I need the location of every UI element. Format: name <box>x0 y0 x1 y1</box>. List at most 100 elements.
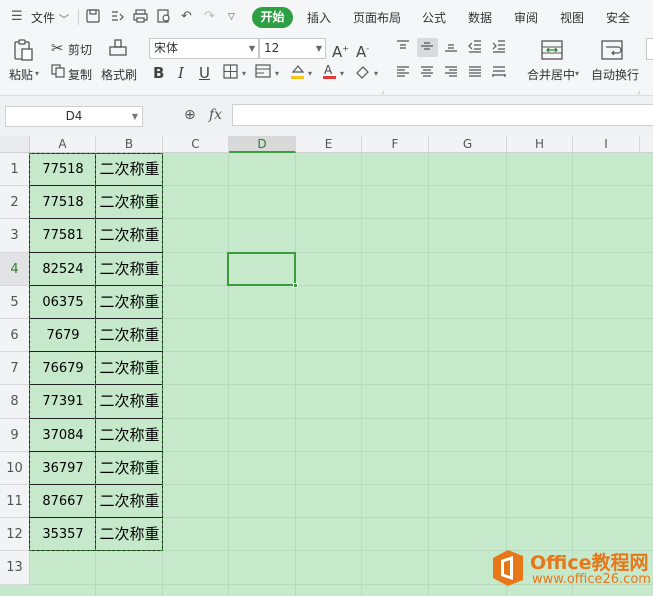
divider <box>78 9 79 25</box>
save-icon[interactable] <box>86 9 100 27</box>
wrap-text-button[interactable]: 自动换行 <box>591 66 639 83</box>
row-header-12[interactable]: 12 <box>0 518 30 552</box>
hamburger-menu-icon[interactable]: ☰ <box>11 9 23 24</box>
zoom-search-icon[interactable]: ⊕ <box>184 107 196 123</box>
row-header-4[interactable]: 4 <box>0 252 30 286</box>
copy-marquee-selection <box>29 153 163 552</box>
format-painter-button[interactable]: 格式刷 <box>101 66 137 83</box>
paste-dropdown-icon[interactable]: ▾ <box>35 69 39 78</box>
font-size-select[interactable]: 12 ▼ <box>259 38 326 59</box>
row-header-10[interactable]: 10 <box>0 451 30 485</box>
row-header-9[interactable]: 9 <box>0 418 30 452</box>
undo-icon[interactable]: ↶ <box>181 9 192 24</box>
row-header-7[interactable]: 7 <box>0 352 30 386</box>
italic-icon[interactable]: I <box>178 64 184 82</box>
formula-input[interactable] <box>232 104 653 126</box>
name-box[interactable]: D4 ▼ <box>5 106 143 127</box>
border-dropdown-icon[interactable]: ▾ <box>242 69 246 78</box>
customize-chevron-icon[interactable]: ▽ <box>228 12 235 22</box>
column-header-f[interactable]: F <box>362 136 429 153</box>
font-color-dropdown-icon[interactable]: ▾ <box>340 69 344 78</box>
copy-icon[interactable] <box>51 64 65 82</box>
column-header-i[interactable]: I <box>573 136 640 153</box>
print-preview-icon[interactable] <box>157 9 171 27</box>
align-left-icon[interactable] <box>396 65 410 83</box>
column-header-c[interactable]: C <box>163 136 229 153</box>
align-right-icon[interactable] <box>444 65 458 83</box>
svg-text:A: A <box>324 63 333 77</box>
fill-color-icon[interactable] <box>289 63 306 84</box>
row-header-6[interactable]: 6 <box>0 319 30 353</box>
column-header-b[interactable]: B <box>96 136 163 153</box>
paste-button[interactable]: 粘贴 <box>9 66 33 83</box>
cell-style-icon[interactable] <box>255 64 271 83</box>
row-header-3[interactable]: 3 <box>0 219 30 253</box>
merge-center-icon[interactable] <box>540 39 566 63</box>
tab-view[interactable]: 视图 <box>560 9 584 26</box>
eraser-icon[interactable] <box>355 63 371 83</box>
distributed-align-icon[interactable] <box>492 65 506 83</box>
more-tools-button[interactable] <box>646 38 653 60</box>
copy-marquee-divider <box>95 153 96 552</box>
export-icon[interactable] <box>110 9 124 27</box>
border-icon[interactable] <box>223 64 238 83</box>
column-header-e[interactable]: E <box>296 136 362 153</box>
select-all-corner[interactable] <box>0 136 30 153</box>
alignment-dialog-launcher-icon[interactable]: ⌟ <box>637 87 640 95</box>
increase-indent-icon[interactable] <box>492 39 506 57</box>
print-icon[interactable] <box>133 9 148 27</box>
file-menu[interactable]: 文件 <box>31 9 55 26</box>
font-color-icon[interactable]: A <box>322 63 337 84</box>
wrap-text-icon[interactable] <box>600 39 626 63</box>
merge-center-button[interactable]: 合并居中 <box>527 66 575 83</box>
justify-icon[interactable] <box>468 65 482 83</box>
column-header-d[interactable]: D <box>229 136 296 153</box>
formula-bar: D4 ▼ ⊕ fx <box>0 96 653 136</box>
decrease-font-icon[interactable]: A- <box>356 40 369 61</box>
cell-style-dropdown-icon[interactable]: ▾ <box>275 69 279 78</box>
column-header-h[interactable]: H <box>507 136 573 153</box>
tab-insert[interactable]: 插入 <box>307 9 331 26</box>
font-name-select[interactable]: 宋体 ▼ <box>149 38 259 59</box>
row-header-13[interactable]: 13 <box>0 551 30 585</box>
tab-formulas[interactable]: 公式 <box>422 9 446 26</box>
align-center-icon[interactable] <box>420 65 434 83</box>
fill-color-swatch <box>291 76 304 79</box>
row-header-11[interactable]: 11 <box>0 485 30 519</box>
copy-button[interactable]: 复制 <box>68 66 92 83</box>
spreadsheet-grid[interactable]: ABCDEFGHI 1 77518 二次称重 2 77518 二次称重 3 77581 二次称重… <box>0 136 653 596</box>
decrease-indent-icon[interactable] <box>468 39 482 57</box>
tab-page-layout[interactable]: 页面布局 <box>353 9 401 26</box>
tab-data[interactable]: 数据 <box>468 9 492 26</box>
fx-icon[interactable]: fx <box>209 107 222 123</box>
row-header-2[interactable]: 2 <box>0 186 30 220</box>
row-header-8[interactable]: 8 <box>0 385 30 419</box>
name-box-value: D4 <box>65 109 83 123</box>
fill-dropdown-icon[interactable]: ▾ <box>308 69 312 78</box>
column-header-g[interactable]: G <box>429 136 507 153</box>
tab-security[interactable]: 安全 <box>606 9 630 26</box>
increase-font-icon[interactable]: A+ <box>332 40 349 61</box>
chevron-down-icon[interactable]: ﹀ <box>59 11 69 26</box>
bold-icon[interactable]: B <box>153 64 164 82</box>
tab-home[interactable]: 开始 <box>252 7 293 28</box>
font-color-swatch <box>323 76 336 79</box>
align-top-icon[interactable] <box>396 39 410 57</box>
column-header-a[interactable]: A <box>30 136 96 153</box>
font-dialog-launcher-icon[interactable]: ⌟ <box>381 87 384 95</box>
active-cell-d4[interactable] <box>227 251 298 288</box>
underline-icon[interactable]: U <box>199 64 210 82</box>
redo-icon[interactable]: ↷ <box>204 9 215 24</box>
chevron-down-icon: ▼ <box>131 112 138 121</box>
tab-review[interactable]: 审阅 <box>514 9 538 26</box>
row-header-5[interactable]: 5 <box>0 285 30 319</box>
clear-dropdown-icon[interactable]: ▾ <box>374 69 378 78</box>
scissors-icon[interactable]: ✂ <box>51 39 64 57</box>
merge-dropdown-icon[interactable]: ▾ <box>575 69 579 78</box>
paste-icon[interactable] <box>11 38 37 62</box>
cut-button[interactable]: 剪切 <box>68 41 92 58</box>
format-painter-icon[interactable] <box>107 38 133 62</box>
row-header-1[interactable]: 1 <box>0 153 30 187</box>
fill-handle[interactable] <box>293 282 298 288</box>
align-bottom-icon[interactable] <box>444 39 458 57</box>
